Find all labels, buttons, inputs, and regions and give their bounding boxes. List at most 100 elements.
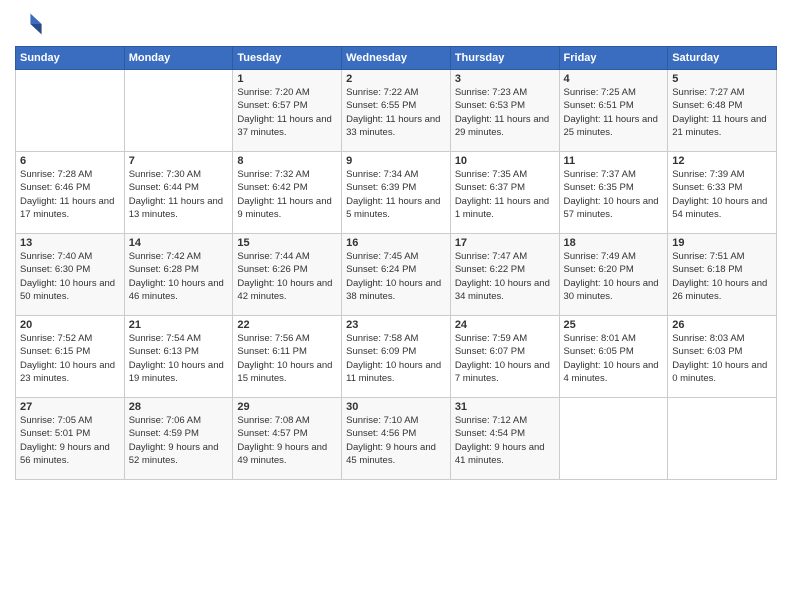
day-info: Sunrise: 7:51 AMSunset: 6:18 PMDaylight:… [672, 250, 772, 303]
day-number: 25 [564, 319, 664, 331]
calendar-cell: 20Sunrise: 7:52 AMSunset: 6:15 PMDayligh… [16, 316, 125, 398]
calendar-cell: 14Sunrise: 7:42 AMSunset: 6:28 PMDayligh… [124, 234, 233, 316]
calendar-cell: 23Sunrise: 7:58 AMSunset: 6:09 PMDayligh… [342, 316, 451, 398]
calendar-cell: 16Sunrise: 7:45 AMSunset: 6:24 PMDayligh… [342, 234, 451, 316]
calendar-week: 6Sunrise: 7:28 AMSunset: 6:46 PMDaylight… [16, 152, 777, 234]
day-number: 5 [672, 73, 772, 85]
weekday-header: Friday [559, 47, 668, 70]
calendar-cell [559, 398, 668, 480]
day-number: 21 [129, 319, 229, 331]
calendar-cell: 6Sunrise: 7:28 AMSunset: 6:46 PMDaylight… [16, 152, 125, 234]
day-info: Sunrise: 7:39 AMSunset: 6:33 PMDaylight:… [672, 168, 772, 221]
day-info: Sunrise: 7:27 AMSunset: 6:48 PMDaylight:… [672, 86, 772, 139]
calendar-cell: 27Sunrise: 7:05 AMSunset: 5:01 PMDayligh… [16, 398, 125, 480]
day-info: Sunrise: 7:28 AMSunset: 6:46 PMDaylight:… [20, 168, 120, 221]
calendar-cell: 30Sunrise: 7:10 AMSunset: 4:56 PMDayligh… [342, 398, 451, 480]
calendar-cell: 3Sunrise: 7:23 AMSunset: 6:53 PMDaylight… [450, 70, 559, 152]
calendar-cell: 1Sunrise: 7:20 AMSunset: 6:57 PMDaylight… [233, 70, 342, 152]
day-info: Sunrise: 7:35 AMSunset: 6:37 PMDaylight:… [455, 168, 555, 221]
calendar-cell: 8Sunrise: 7:32 AMSunset: 6:42 PMDaylight… [233, 152, 342, 234]
day-number: 16 [346, 237, 446, 249]
day-info: Sunrise: 8:03 AMSunset: 6:03 PMDaylight:… [672, 332, 772, 385]
day-number: 28 [129, 401, 229, 413]
weekday-header: Tuesday [233, 47, 342, 70]
day-number: 18 [564, 237, 664, 249]
day-info: Sunrise: 7:52 AMSunset: 6:15 PMDaylight:… [20, 332, 120, 385]
day-number: 26 [672, 319, 772, 331]
calendar-cell: 28Sunrise: 7:06 AMSunset: 4:59 PMDayligh… [124, 398, 233, 480]
day-info: Sunrise: 7:34 AMSunset: 6:39 PMDaylight:… [346, 168, 446, 221]
day-number: 12 [672, 155, 772, 167]
day-number: 9 [346, 155, 446, 167]
day-number: 8 [237, 155, 337, 167]
weekday-header: Monday [124, 47, 233, 70]
calendar-cell: 22Sunrise: 7:56 AMSunset: 6:11 PMDayligh… [233, 316, 342, 398]
day-number: 27 [20, 401, 120, 413]
day-number: 20 [20, 319, 120, 331]
day-info: Sunrise: 7:54 AMSunset: 6:13 PMDaylight:… [129, 332, 229, 385]
weekday-header: Wednesday [342, 47, 451, 70]
day-info: Sunrise: 7:06 AMSunset: 4:59 PMDaylight:… [129, 414, 229, 467]
day-number: 14 [129, 237, 229, 249]
calendar-cell: 13Sunrise: 7:40 AMSunset: 6:30 PMDayligh… [16, 234, 125, 316]
calendar-cell: 18Sunrise: 7:49 AMSunset: 6:20 PMDayligh… [559, 234, 668, 316]
calendar-week: 1Sunrise: 7:20 AMSunset: 6:57 PMDaylight… [16, 70, 777, 152]
day-number: 24 [455, 319, 555, 331]
calendar-cell: 2Sunrise: 7:22 AMSunset: 6:55 PMDaylight… [342, 70, 451, 152]
day-number: 7 [129, 155, 229, 167]
weekday-header: Thursday [450, 47, 559, 70]
day-info: Sunrise: 7:08 AMSunset: 4:57 PMDaylight:… [237, 414, 337, 467]
weekday-row: SundayMondayTuesdayWednesdayThursdayFrid… [16, 47, 777, 70]
calendar-cell: 26Sunrise: 8:03 AMSunset: 6:03 PMDayligh… [668, 316, 777, 398]
logo-icon [15, 10, 43, 38]
calendar-week: 13Sunrise: 7:40 AMSunset: 6:30 PMDayligh… [16, 234, 777, 316]
weekday-header: Sunday [16, 47, 125, 70]
day-number: 2 [346, 73, 446, 85]
calendar-cell [124, 70, 233, 152]
calendar-week: 20Sunrise: 7:52 AMSunset: 6:15 PMDayligh… [16, 316, 777, 398]
day-info: Sunrise: 7:20 AMSunset: 6:57 PMDaylight:… [237, 86, 337, 139]
day-number: 3 [455, 73, 555, 85]
day-info: Sunrise: 7:47 AMSunset: 6:22 PMDaylight:… [455, 250, 555, 303]
calendar-cell [668, 398, 777, 480]
day-info: Sunrise: 7:30 AMSunset: 6:44 PMDaylight:… [129, 168, 229, 221]
calendar-cell: 19Sunrise: 7:51 AMSunset: 6:18 PMDayligh… [668, 234, 777, 316]
weekday-header: Saturday [668, 47, 777, 70]
day-info: Sunrise: 7:22 AMSunset: 6:55 PMDaylight:… [346, 86, 446, 139]
calendar-cell: 24Sunrise: 7:59 AMSunset: 6:07 PMDayligh… [450, 316, 559, 398]
day-number: 23 [346, 319, 446, 331]
calendar-body: 1Sunrise: 7:20 AMSunset: 6:57 PMDaylight… [16, 70, 777, 480]
logo [15, 10, 47, 38]
day-number: 29 [237, 401, 337, 413]
day-info: Sunrise: 7:58 AMSunset: 6:09 PMDaylight:… [346, 332, 446, 385]
day-number: 30 [346, 401, 446, 413]
day-number: 4 [564, 73, 664, 85]
day-info: Sunrise: 7:25 AMSunset: 6:51 PMDaylight:… [564, 86, 664, 139]
calendar-cell: 17Sunrise: 7:47 AMSunset: 6:22 PMDayligh… [450, 234, 559, 316]
header [15, 10, 777, 38]
day-number: 1 [237, 73, 337, 85]
calendar-cell: 31Sunrise: 7:12 AMSunset: 4:54 PMDayligh… [450, 398, 559, 480]
calendar-cell: 29Sunrise: 7:08 AMSunset: 4:57 PMDayligh… [233, 398, 342, 480]
day-info: Sunrise: 7:10 AMSunset: 4:56 PMDaylight:… [346, 414, 446, 467]
day-info: Sunrise: 7:42 AMSunset: 6:28 PMDaylight:… [129, 250, 229, 303]
day-info: Sunrise: 7:37 AMSunset: 6:35 PMDaylight:… [564, 168, 664, 221]
day-number: 11 [564, 155, 664, 167]
day-info: Sunrise: 7:45 AMSunset: 6:24 PMDaylight:… [346, 250, 446, 303]
calendar-cell: 25Sunrise: 8:01 AMSunset: 6:05 PMDayligh… [559, 316, 668, 398]
day-number: 6 [20, 155, 120, 167]
calendar-cell: 11Sunrise: 7:37 AMSunset: 6:35 PMDayligh… [559, 152, 668, 234]
day-info: Sunrise: 7:12 AMSunset: 4:54 PMDaylight:… [455, 414, 555, 467]
calendar-cell: 21Sunrise: 7:54 AMSunset: 6:13 PMDayligh… [124, 316, 233, 398]
calendar-cell: 15Sunrise: 7:44 AMSunset: 6:26 PMDayligh… [233, 234, 342, 316]
calendar-week: 27Sunrise: 7:05 AMSunset: 5:01 PMDayligh… [16, 398, 777, 480]
day-number: 10 [455, 155, 555, 167]
day-info: Sunrise: 8:01 AMSunset: 6:05 PMDaylight:… [564, 332, 664, 385]
day-info: Sunrise: 7:05 AMSunset: 5:01 PMDaylight:… [20, 414, 120, 467]
day-number: 22 [237, 319, 337, 331]
calendar-table: SundayMondayTuesdayWednesdayThursdayFrid… [15, 46, 777, 480]
day-info: Sunrise: 7:49 AMSunset: 6:20 PMDaylight:… [564, 250, 664, 303]
day-number: 31 [455, 401, 555, 413]
day-info: Sunrise: 7:40 AMSunset: 6:30 PMDaylight:… [20, 250, 120, 303]
calendar-header: SundayMondayTuesdayWednesdayThursdayFrid… [16, 47, 777, 70]
